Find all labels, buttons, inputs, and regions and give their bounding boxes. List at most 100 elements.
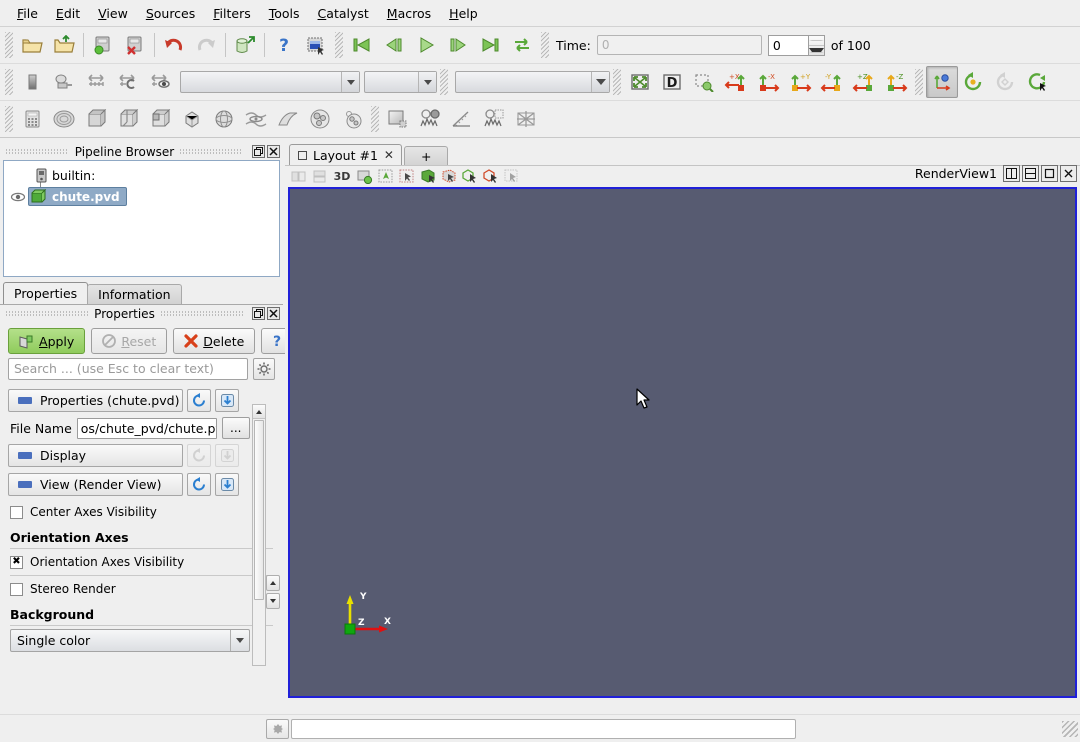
frame-input[interactable]: 0 — [767, 34, 808, 56]
create-chart-view-icon[interactable] — [414, 103, 446, 135]
reset-rotation-icon[interactable] — [990, 66, 1022, 98]
rescale-visible-icon[interactable] — [144, 66, 176, 98]
rescale-range-icon[interactable] — [80, 66, 112, 98]
colormap-icon[interactable] — [16, 66, 48, 98]
scroll-up-button[interactable] — [266, 575, 280, 591]
file-name-field[interactable]: os/chute_pvd/chute.pvd — [76, 417, 217, 439]
select-frustum-points-icon[interactable] — [418, 167, 437, 186]
save-defaults-button[interactable] — [215, 473, 239, 496]
close-icon[interactable] — [267, 145, 280, 158]
restore-defaults-button[interactable] — [187, 389, 211, 412]
neg-x-icon[interactable]: +X — [720, 66, 752, 98]
save-state-icon[interactable] — [87, 29, 119, 61]
restore-defaults-button[interactable] — [187, 444, 211, 467]
resize-grip-icon[interactable] — [1062, 720, 1078, 737]
glyph-icon[interactable] — [208, 103, 240, 135]
pos-y-icon[interactable]: +Y — [784, 66, 816, 98]
stream-tracer-icon[interactable] — [240, 103, 272, 135]
orientation-axes-visibility-checkbox[interactable]: ✖ — [10, 555, 23, 569]
color-component-combo[interactable] — [364, 71, 437, 93]
chevron-down-icon[interactable] — [418, 72, 436, 92]
toggle-3d-button[interactable]: 3D — [331, 167, 353, 186]
properties-panel-scrollbar[interactable] — [266, 575, 280, 615]
menu-help[interactable]: Help — [440, 3, 487, 24]
representation-toolbar-grip[interactable] — [440, 69, 448, 95]
render-view-canvas[interactable]: Y X Z — [288, 187, 1077, 698]
menu-macros[interactable]: Macros — [378, 3, 440, 24]
slice-icon[interactable] — [112, 103, 144, 135]
pos-z-icon[interactable]: +Z — [848, 66, 880, 98]
scrollbar-thumb[interactable] — [254, 420, 264, 600]
time-toolbar-grip[interactable] — [541, 32, 549, 58]
first-frame-icon[interactable] — [346, 29, 378, 61]
play-icon[interactable] — [410, 29, 442, 61]
neg-y-icon[interactable]: -Y — [816, 66, 848, 98]
menu-sources[interactable]: Sources — [137, 3, 204, 24]
camera-toolbar-grip[interactable] — [613, 69, 621, 95]
pos-x-icon[interactable]: -X — [752, 66, 784, 98]
save-defaults-button[interactable] — [215, 389, 239, 412]
camera-undo-icon[interactable] — [355, 167, 374, 186]
extract-level-icon[interactable] — [336, 103, 368, 135]
screenshot-select-icon[interactable] — [300, 29, 332, 61]
gear-icon[interactable] — [253, 358, 275, 380]
loop-icon[interactable] — [506, 29, 538, 61]
undock-icon[interactable] — [252, 145, 265, 158]
add-layout-tab-button[interactable]: + — [403, 146, 449, 165]
frame-stepper[interactable]: 0 — [767, 34, 825, 56]
calculator-icon[interactable] — [16, 103, 48, 135]
properties-section-header[interactable]: Properties (chute.pvd) — [8, 389, 183, 412]
save-defaults-button[interactable] — [215, 444, 239, 467]
views-toolbar-grip[interactable] — [371, 106, 379, 132]
select-frustum-cells-icon[interactable] — [439, 167, 458, 186]
warp-icon[interactable] — [272, 103, 304, 135]
delete-button[interactable]: Delete — [173, 328, 256, 354]
previous-frame-icon[interactable] — [378, 29, 410, 61]
reset-button[interactable]: Reset — [91, 328, 168, 354]
group-datasets-icon[interactable] — [304, 103, 336, 135]
rotate-90-cw-icon[interactable] — [1022, 66, 1054, 98]
select-points-icon[interactable] — [376, 167, 395, 186]
background-combo[interactable]: Single color — [10, 629, 250, 652]
spin-down-button[interactable] — [808, 46, 824, 55]
load-state-icon[interactable] — [119, 29, 151, 61]
dock-drag-handle[interactable] — [6, 149, 69, 154]
menu-edit[interactable]: Edit — [47, 3, 89, 24]
next-frame-icon[interactable] — [442, 29, 474, 61]
rescale-time-icon[interactable] — [112, 66, 144, 98]
file-browse-button[interactable]: ... — [221, 417, 250, 439]
rescale-data-icon[interactable] — [48, 66, 80, 98]
tab-information[interactable]: Information — [87, 284, 182, 304]
undo-icon[interactable] — [158, 29, 190, 61]
clip-icon[interactable] — [80, 103, 112, 135]
maximize-button[interactable] — [1041, 165, 1058, 182]
vcr-toolbar-grip[interactable] — [335, 32, 343, 58]
frame-spin-buttons[interactable] — [807, 34, 825, 56]
scroll-down-button[interactable] — [266, 593, 280, 609]
scroll-up-button[interactable] — [253, 405, 265, 419]
representation-combo[interactable] — [455, 71, 610, 93]
rotation-toolbar-grip[interactable] — [915, 69, 923, 95]
threshold-icon[interactable] — [144, 103, 176, 135]
search-input[interactable]: Search ... (use Esc to clear text) — [8, 358, 248, 380]
zoom-to-data-icon[interactable]: D — [656, 66, 688, 98]
center-axes-visibility-checkbox[interactable] — [10, 505, 23, 519]
apply-button[interactable]: Apply — [8, 328, 86, 354]
split-horizontal-button[interactable] — [1003, 165, 1020, 182]
properties-content-scrollbar[interactable] — [252, 404, 266, 666]
menu-view[interactable]: View — [89, 3, 137, 24]
pipeline-item-builtin[interactable]: builtin: — [4, 165, 279, 186]
close-icon[interactable]: ✕ — [384, 149, 394, 161]
menu-catalyst[interactable]: Catalyst — [309, 3, 378, 24]
hover-points-icon[interactable] — [502, 167, 521, 186]
toolbar-grip[interactable] — [5, 32, 13, 58]
select-cells-icon[interactable] — [397, 167, 416, 186]
redo-icon[interactable] — [190, 29, 222, 61]
extract-subset-icon[interactable] — [176, 103, 208, 135]
create-render-view-icon[interactable] — [382, 103, 414, 135]
pipeline-selected-item[interactable]: chute.pvd — [28, 187, 127, 206]
dock-drag-handle[interactable] — [180, 149, 243, 154]
pipeline-browser-list[interactable]: builtin: chute.pvd — [3, 160, 280, 277]
snap-to-mesh-icon[interactable] — [510, 103, 542, 135]
menu-file[interactable]: File — [8, 3, 47, 24]
